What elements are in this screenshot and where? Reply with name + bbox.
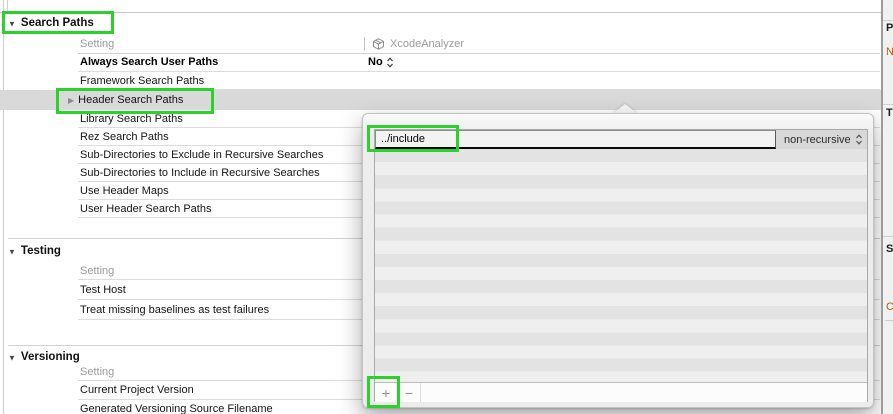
annotation-box-search-paths — [2, 11, 114, 34]
panel-divider — [883, 20, 893, 21]
setting-value: No — [368, 56, 383, 68]
setting-label: Rez Search Paths — [78, 131, 169, 143]
recursion-dropdown-value: non-recursive — [784, 134, 851, 146]
column-header-row: Setting — [78, 35, 880, 53]
pane-left-border — [3, 0, 4, 414]
section-title: Testing — [21, 245, 61, 257]
utilities-panel-edge: P N T S C — [881, 0, 893, 414]
column-divider — [364, 37, 365, 51]
annotation-box-add-button — [367, 376, 400, 408]
setting-label: Sub-Directories to Include in Recursive … — [78, 167, 320, 179]
setting-value-stepper[interactable]: No — [368, 56, 394, 68]
setting-column-header: Setting — [78, 38, 114, 50]
setting-row-always-search-user-paths[interactable]: Always Search User Paths No — [78, 53, 880, 72]
stepper-icon — [386, 57, 394, 68]
annotation-box-header-search-paths — [56, 88, 214, 114]
target-name-label: XcodeAnalyzer — [390, 38, 464, 50]
setting-label: User Header Search Paths — [78, 203, 211, 215]
setting-label: Test Host — [78, 284, 126, 296]
panel-divider — [883, 104, 893, 105]
panel-label-s: S — [886, 243, 893, 255]
disclosure-open-icon: ▼ — [8, 353, 16, 362]
setting-label: Generated Versioning Source Filename — [78, 403, 273, 414]
section-header-versioning[interactable]: ▼ Versioning — [8, 347, 80, 367]
panel-label-t: T — [886, 107, 893, 119]
empty-path-rows[interactable] — [375, 149, 867, 382]
section-top-divider — [0, 12, 881, 13]
remove-path-button[interactable]: − — [398, 383, 420, 402]
annotation-box-path-input — [367, 125, 459, 152]
setting-column-header: Setting — [78, 265, 114, 277]
panel-divider-short — [885, 320, 893, 321]
popover-footer: + − — [375, 382, 867, 402]
recursion-dropdown[interactable]: non-recursive — [776, 130, 867, 149]
build-settings-pane: ▼ Search Paths Setting XcodeAnalyzer Alw… — [0, 0, 893, 414]
top-tick — [7, 0, 8, 11]
panel-label-orange-1: N — [886, 46, 893, 58]
panel-label-orange-2: C — [886, 301, 893, 313]
setting-label: Library Search Paths — [78, 113, 183, 125]
setting-label: Always Search User Paths — [78, 56, 218, 68]
setting-label: Treat missing baselines as test failures — [78, 304, 269, 316]
setting-label: Use Header Maps — [78, 185, 169, 197]
panel-divider — [883, 236, 893, 237]
setting-label: Current Project Version — [78, 384, 194, 396]
section-header-testing[interactable]: ▼ Testing — [8, 241, 61, 261]
paths-list: ../include non-recursive + − — [374, 129, 868, 402]
dropdown-stepper-icon — [855, 134, 863, 145]
target-column-header: XcodeAnalyzer — [364, 37, 464, 51]
setting-label: Framework Search Paths — [78, 75, 204, 87]
panel-label-p: P — [886, 22, 893, 34]
setting-label: Sub-Directories to Exclude in Recursive … — [78, 149, 323, 161]
section-title: Versioning — [21, 351, 80, 363]
setting-column-header: Setting — [78, 366, 114, 378]
disclosure-open-icon: ▼ — [8, 247, 16, 256]
footer-separator — [420, 383, 421, 402]
xcode-project-icon — [371, 37, 386, 51]
